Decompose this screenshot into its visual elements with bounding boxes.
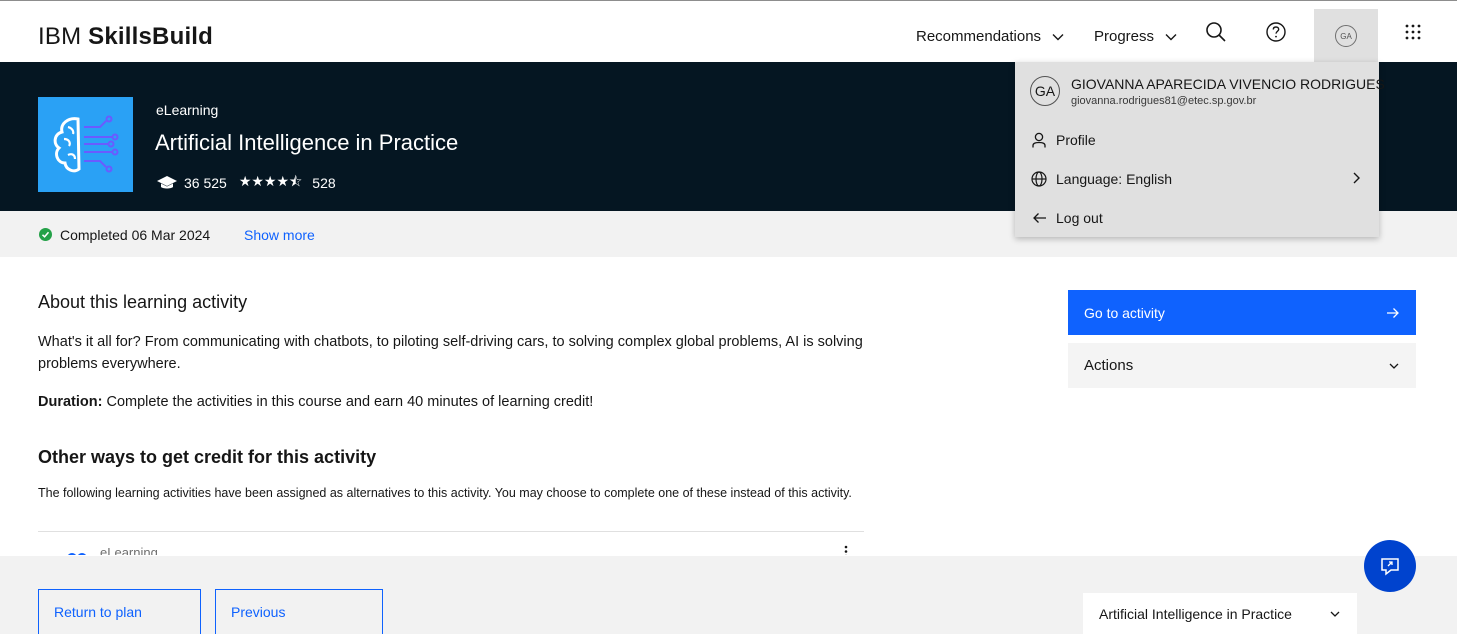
learner-count: 36 525 [184, 175, 227, 191]
nav-recommendations-label: Recommendations [916, 28, 1042, 45]
other-ways-heading: Other ways to get credit for this activi… [38, 447, 377, 467]
review-count: 528 [312, 175, 336, 191]
brand-logo[interactable]: IBM SkillsBuild [38, 23, 213, 51]
go-to-activity-button[interactable]: Go to activity [1068, 290, 1416, 335]
checkmark-icon [39, 228, 52, 241]
actions-label: Actions [1084, 357, 1134, 374]
globe-icon [1031, 171, 1047, 187]
chevron-down-icon [1051, 30, 1065, 44]
actions-dropdown[interactable]: Actions [1068, 343, 1416, 388]
user-name: GIOVANNA APARECIDA VIVENCIO RODRIGUES [1071, 76, 1385, 92]
nav-recommendations-menu[interactable]: Recommendations [916, 28, 1065, 45]
other-ways-description: The following learning activities have b… [38, 486, 852, 500]
menu-item-label: Log out [1056, 210, 1103, 226]
activity-type: eLearning [156, 102, 219, 118]
course-thumbnail [38, 97, 133, 192]
course-select-value: Artificial Intelligence in Practice [1099, 605, 1292, 622]
about-description: What's it all for? From communicating wi… [38, 334, 863, 372]
top-navigation-bar: IBM SkillsBuild Recommendations Progress… [0, 0, 1457, 63]
chevron-down-icon [1164, 30, 1178, 44]
go-to-activity-label: Go to activity [1084, 304, 1165, 321]
about-heading: About this learning activity [38, 292, 248, 312]
previous-button[interactable]: Previous [215, 589, 383, 634]
graduation-cap-icon [157, 176, 177, 190]
activity-item-icon [65, 549, 89, 555]
app-switcher-icon[interactable] [1397, 16, 1429, 48]
show-more-link[interactable]: Show more [244, 227, 315, 243]
duration-text: Duration: Complete the activities in thi… [38, 394, 594, 410]
ai-brain-icon [53, 115, 119, 173]
menu-item-profile[interactable]: Profile [1015, 122, 1379, 158]
menu-item-label: Language: English [1056, 171, 1172, 187]
arrow-left-icon [1031, 210, 1047, 226]
chevron-down-icon [1388, 360, 1400, 372]
chevron-right-icon [1351, 171, 1361, 185]
user-email: giovanna.rodrigues81@etec.sp.gov.br [1071, 95, 1257, 107]
menu-item-language[interactable]: Language: English [1015, 161, 1379, 197]
menu-item-label: Profile [1056, 132, 1096, 148]
menu-item-logout[interactable]: Log out [1015, 200, 1379, 236]
divider [38, 531, 864, 532]
arrow-right-icon [1386, 307, 1400, 319]
chat-icon [1379, 555, 1401, 577]
alternative-activity-type: eLearning [100, 545, 158, 555]
completion-date: Completed 06 Mar 2024 [60, 227, 211, 243]
help-icon[interactable] [1260, 16, 1292, 48]
chevron-down-icon [1329, 608, 1341, 620]
page-title: Artificial Intelligence in Practice [155, 130, 459, 155]
return-to-plan-button[interactable]: Return to plan [38, 589, 201, 634]
chat-launcher-button[interactable] [1364, 540, 1416, 592]
avatar: GA [1030, 76, 1060, 106]
avatar: GA [1335, 25, 1357, 47]
course-select-dropdown[interactable]: Artificial Intelligence in Practice [1083, 593, 1357, 634]
search-icon[interactable] [1200, 16, 1232, 48]
nav-progress-menu[interactable]: Progress [1094, 28, 1178, 45]
user-avatar-button[interactable]: GA [1314, 9, 1378, 63]
rating-stars: ★★★★⯪ [238, 173, 303, 189]
user-dropdown-menu: GA GIOVANNA APARECIDA VIVENCIO RODRIGUES… [1015, 62, 1385, 237]
user-icon [1031, 132, 1047, 148]
half-star-icon: ⯪ [289, 173, 303, 189]
overflow-menu-icon[interactable] [842, 545, 850, 555]
course-stats: 36 525 ★★★★⯪ 528 [157, 171, 336, 195]
nav-progress-label: Progress [1094, 28, 1155, 45]
